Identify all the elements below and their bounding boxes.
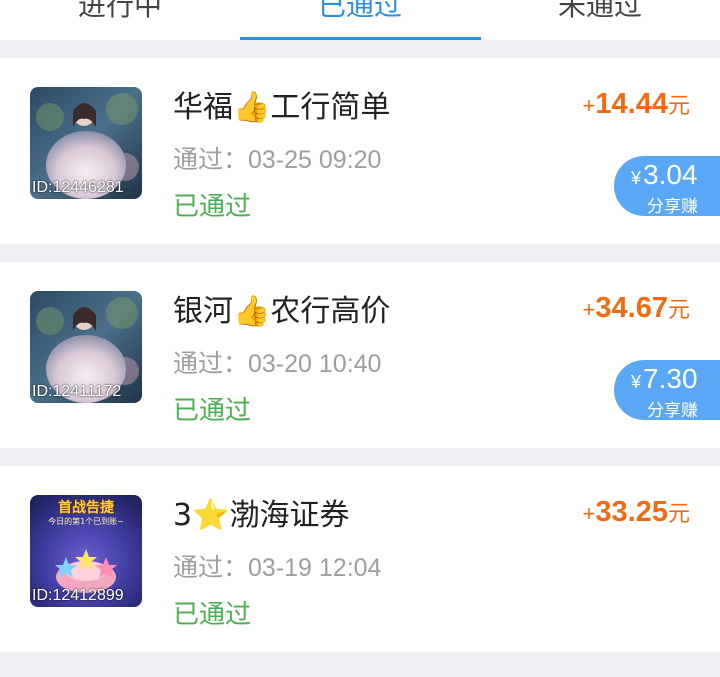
tab-rejected[interactable]: 未通过 (480, 0, 720, 26)
tab-bar: 进行中 已通过 未通过 (0, 0, 720, 40)
amount-unit: 元 (667, 298, 690, 323)
share-amount-value: 3.04 (643, 159, 698, 190)
share-earn-button[interactable]: ¥7.30 分享赚 (614, 360, 720, 421)
share-label: 分享赚 (647, 197, 698, 217)
amount-sign: + (582, 501, 596, 526)
status-label: 已通过 (173, 600, 252, 630)
yen-icon: ¥ (631, 168, 642, 188)
task-title: 银河👍农行高价 (173, 294, 391, 329)
share-earn-button[interactable]: ¥3.04 分享赚 (614, 156, 720, 217)
share-amount: ¥3.04 (631, 159, 698, 191)
pass-time: 通过：03-25 09:20 (173, 146, 382, 174)
share-label: 分享赚 (647, 401, 698, 421)
tab-in-progress[interactable]: 进行中 (0, 0, 240, 26)
banner-caption: 首战告捷 (58, 500, 114, 516)
list-item[interactable]: ID:12446281 华福👍工行简单 通过：03-25 09:20 已通过 +… (0, 58, 720, 244)
task-title: 华福👍工行简单 (173, 90, 391, 125)
amount-unit: 元 (667, 94, 690, 119)
thumbnail-id-label: ID:12446281 (32, 179, 124, 196)
thumbnail-id-label: ID:12411172 (32, 383, 122, 400)
amount-sign: + (582, 297, 596, 322)
banner-subcaption: 今日的第1个已到账~ (48, 517, 124, 526)
status-label: 已通过 (173, 396, 252, 426)
yen-icon: ¥ (631, 372, 642, 392)
amount-value: 34.67 (595, 292, 668, 324)
active-tab-indicator (240, 37, 481, 40)
reward-amount: +34.67元 (583, 292, 690, 325)
pass-time: 通过：03-19 12:04 (173, 554, 382, 582)
reward-amount: +14.44元 (583, 88, 690, 121)
list-item[interactable]: ID:12411172 银河👍农行高价 通过：03-20 10:40 已通过 +… (0, 262, 720, 448)
amount-unit: 元 (667, 502, 690, 527)
task-title: 3⭐渤海证券 (173, 498, 350, 533)
list-item[interactable]: 首战告捷 今日的第1个已到账~ ID:12412899 3⭐渤海证券 通过：03… (0, 466, 720, 652)
task-thumbnail: ID:12411172 (30, 291, 142, 403)
thumbnail-id-label: ID:12412899 (32, 587, 124, 604)
amount-sign: + (582, 93, 596, 118)
status-label: 已通过 (173, 192, 252, 222)
amount-value: 14.44 (595, 88, 668, 120)
share-amount-value: 7.30 (643, 363, 698, 394)
tab-approved[interactable]: 已通过 (240, 0, 480, 26)
amount-value: 33.25 (595, 496, 668, 528)
share-amount: ¥7.30 (631, 363, 698, 395)
task-thumbnail: ID:12446281 (30, 87, 142, 199)
reward-amount: +33.25元 (583, 496, 690, 529)
task-thumbnail: 首战告捷 今日的第1个已到账~ ID:12412899 (30, 495, 142, 607)
pass-time: 通过：03-20 10:40 (173, 350, 382, 378)
